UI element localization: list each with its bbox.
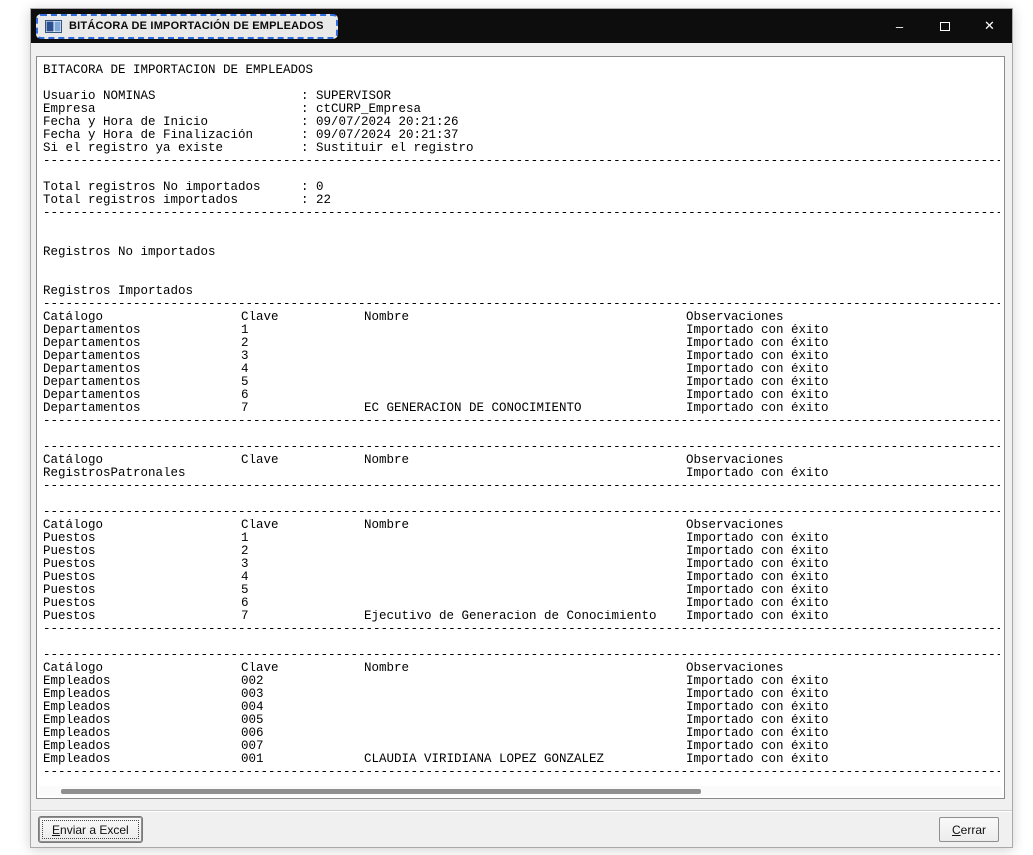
table-row: Departamentos2Importado con éxito (43, 337, 1000, 350)
blank-line (43, 493, 1000, 506)
blank-line (43, 428, 1000, 441)
separator-line: ----------------------------------------… (43, 298, 1000, 311)
key-value-line: Usuario NÓMINAS: SUPERVISOR (43, 90, 1000, 103)
report-text-area[interactable]: BITÁCORA DE IMPORTACIÓN DE EMPLEADOS Usu… (37, 57, 1004, 784)
blank-line (43, 233, 1000, 246)
table-row: Puestos4Importado con éxito (43, 571, 1000, 584)
key-value-line: Fecha y Hora de Finalización: 09/07/2024… (43, 129, 1000, 142)
title-bar: BITÁCORA DE IMPORTACIÓN DE EMPLEADOS – ✕ (31, 9, 1012, 43)
report-line: Registros Importados (43, 285, 1000, 298)
title-focus-highlight: BITÁCORA DE IMPORTACIÓN DE EMPLEADOS (36, 14, 338, 39)
blank-line (43, 636, 1000, 649)
separator-line: ----------------------------------------… (43, 207, 1000, 220)
window-controls: – ✕ (877, 9, 1012, 43)
table-row: Puestos3Importado con éxito (43, 558, 1000, 571)
separator-line: ----------------------------------------… (43, 649, 1000, 662)
table-row: Departamentos6Importado con éxito (43, 389, 1000, 402)
table-row: CatálogoClaveNombreObservaciones (43, 519, 1000, 532)
footer-bar: Enviar a Excel Cerrar (31, 810, 1012, 847)
separator-line: ----------------------------------------… (43, 155, 1000, 168)
table-row: CatálogoClaveNombreObservaciones (43, 454, 1000, 467)
minimize-icon: – (896, 19, 903, 34)
table-row: Puestos7Ejecutivo de Generacion de Conoc… (43, 610, 1000, 623)
report-line: Registros No importados (43, 246, 1000, 259)
maximize-button[interactable] (922, 9, 967, 43)
key-value-line: Total registros importados: 22 (43, 194, 1000, 207)
table-row: Empleados006Importado con éxito (43, 727, 1000, 740)
table-row: Departamentos4Importado con éxito (43, 363, 1000, 376)
separator-line: ----------------------------------------… (43, 480, 1000, 493)
blank-line (43, 272, 1000, 285)
table-row: Departamentos7EC GENERACION DE CONOCIMIE… (43, 402, 1000, 415)
table-row: CatálogoClaveNombreObservaciones (43, 662, 1000, 675)
key-value-line: Total registros No importados: 0 (43, 181, 1000, 194)
key-value-line: Empresa: ctCURP_Empresa (43, 103, 1000, 116)
table-row: Empleados005Importado con éxito (43, 714, 1000, 727)
separator-line: ----------------------------------------… (43, 415, 1000, 428)
maximize-icon (940, 22, 950, 31)
key-value-line: Si el registro ya existe: Sustituir el r… (43, 142, 1000, 155)
table-row: CatálogoClaveNombreObservaciones (43, 311, 1000, 324)
close-dialog-button[interactable]: Cerrar (939, 817, 999, 842)
horizontal-scrollbar-thumb[interactable] (61, 789, 701, 794)
table-row: Puestos6Importado con éxito (43, 597, 1000, 610)
table-row: Empleados002Importado con éxito (43, 675, 1000, 688)
table-row: RegistrosPatronalesImportado con éxito (43, 467, 1000, 480)
table-row: Puestos2Importado con éxito (43, 545, 1000, 558)
table-row: Departamentos5Importado con éxito (43, 376, 1000, 389)
import-log-report: BITÁCORA DE IMPORTACIÓN DE EMPLEADOS Usu… (43, 64, 1000, 779)
dialog-window: BITÁCORA DE IMPORTACIÓN DE EMPLEADOS – ✕… (30, 8, 1013, 848)
blank-line (43, 168, 1000, 181)
window-title: BITÁCORA DE IMPORTACIÓN DE EMPLEADOS (69, 20, 324, 32)
blank-line (43, 220, 1000, 233)
table-row: Empleados007Importado con éxito (43, 740, 1000, 753)
separator-line: ----------------------------------------… (43, 441, 1000, 454)
horizontal-scrollbar[interactable] (39, 786, 1002, 796)
table-row: Departamentos3Importado con éxito (43, 350, 1000, 363)
table-row: Empleados001CLAUDIA VIRIDIANA LOPEZ GONZ… (43, 753, 1000, 766)
table-row: Empleados003Importado con éxito (43, 688, 1000, 701)
table-row: Empleados004Importado con éxito (43, 701, 1000, 714)
blank-line (43, 77, 1000, 90)
table-row: Puestos5Importado con éxito (43, 584, 1000, 597)
report-panel: BITÁCORA DE IMPORTACIÓN DE EMPLEADOS Usu… (36, 56, 1005, 799)
export-to-excel-button[interactable]: Enviar a Excel (39, 817, 142, 842)
blank-line (43, 259, 1000, 272)
app-icon (45, 20, 62, 33)
report-line: BITÁCORA DE IMPORTACIÓN DE EMPLEADOS (43, 64, 1000, 77)
table-row: Departamentos1Importado con éxito (43, 324, 1000, 337)
separator-line: ----------------------------------------… (43, 506, 1000, 519)
window-body: BITÁCORA DE IMPORTACIÓN DE EMPLEADOS Usu… (31, 43, 1012, 847)
table-row: Puestos1Importado con éxito (43, 532, 1000, 545)
key-value-line: Fecha y Hora de Inicio: 09/07/2024 20:21… (43, 116, 1000, 129)
minimize-button[interactable]: – (877, 9, 922, 43)
separator-line: ----------------------------------------… (43, 766, 1000, 779)
separator-line: ----------------------------------------… (43, 623, 1000, 636)
close-button[interactable]: ✕ (967, 9, 1012, 43)
close-icon: ✕ (984, 18, 995, 34)
